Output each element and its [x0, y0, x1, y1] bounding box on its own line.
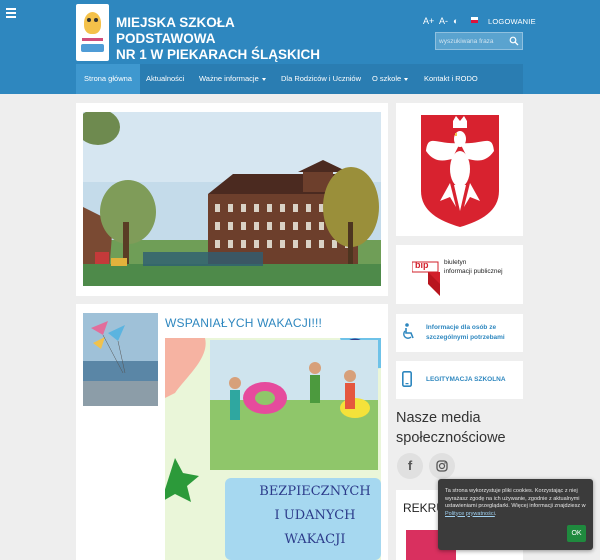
school-name[interactable]: MIEJSKA SZKOŁA PODSTAWOWA NR 1 W PIEKARA…	[116, 15, 336, 63]
bip-card[interactable]: bip biuletyn informacji publicznej	[396, 245, 523, 304]
student-id-card[interactable]: LEGITYMACJA SZKOLNA	[396, 361, 523, 399]
nav-parents-students[interactable]: Dla Rodziców i Uczniów	[281, 64, 361, 94]
bip-line1: biuletyn	[444, 259, 467, 266]
poland-emblem-icon	[421, 115, 499, 227]
nav-news[interactable]: Aktualności	[146, 64, 184, 94]
bip-line2: informacji publicznej	[444, 268, 503, 275]
search-icon[interactable]	[509, 36, 519, 46]
instagram-icon[interactable]	[429, 453, 455, 479]
school-name-line2: NR 1 W PIEKARACH ŚLĄSKICH	[116, 47, 321, 62]
poster-line1: BEZPIECZNYCH	[259, 484, 371, 499]
cookie-ok-button[interactable]: OK	[567, 525, 586, 542]
vacation-poster[interactable]: BEZPIECZNYCH I UDANYCH WAKACJI	[165, 338, 381, 560]
poster-line3: WAKACJI	[284, 532, 346, 547]
school-logo[interactable]	[76, 4, 109, 61]
phone-icon	[402, 371, 412, 387]
bip-logo-icon: bip	[411, 254, 440, 296]
nav-contact-rodo[interactable]: Kontakt i RODO	[424, 64, 478, 94]
search-box	[435, 32, 523, 50]
chevron-down-icon	[261, 77, 266, 81]
bip-logo-text: bip	[415, 260, 429, 270]
accessibility-line2: szczególnymi potrzebami	[426, 334, 505, 341]
nav-home[interactable]: Strona główna	[76, 64, 140, 94]
social-media-heading: Nasze media społecznościowe	[396, 410, 506, 446]
cookie-text: Ta strona wykorzystuje pliki cookies. Ko…	[445, 488, 586, 517]
post-title[interactable]: WSPANIAŁYCH WAKACJI!!!	[165, 316, 322, 330]
privacy-policy-link[interactable]: Polityce prywatności	[445, 511, 495, 517]
wheelchair-icon	[403, 323, 414, 339]
emblem-card[interactable]	[396, 103, 523, 236]
poster-line2: I UDANYCH	[274, 508, 356, 523]
font-increase-button[interactable]: A+	[423, 16, 434, 26]
search-input[interactable]	[436, 33, 510, 49]
accessibility-line1: Informacje dla osób ze	[426, 324, 497, 331]
facebook-icon[interactable]: f	[397, 453, 423, 479]
post-thumbnail[interactable]	[83, 313, 158, 406]
polish-flag-icon[interactable]	[471, 17, 478, 23]
nav-important-info[interactable]: Ważne informacje	[199, 64, 266, 94]
nav-about-school[interactable]: O szkole	[372, 64, 409, 94]
accessibility-card[interactable]: Informacje dla osób ze szczególnymi potr…	[396, 314, 523, 352]
school-photo[interactable]	[83, 112, 381, 286]
contrast-icon[interactable]: ◐	[453, 16, 458, 26]
login-link[interactable]: LOGOWANIE	[488, 17, 536, 26]
main-nav: Strona główna Aktualności Ważne informac…	[76, 64, 523, 94]
student-id-label: LEGITYMACJA SZKOLNA	[426, 376, 506, 383]
font-decrease-button[interactable]: A-	[439, 16, 448, 26]
school-name-line1: MIEJSKA SZKOŁA PODSTAWOWA	[116, 15, 235, 46]
chevron-down-icon	[404, 77, 409, 81]
menu-icon[interactable]	[6, 8, 16, 18]
